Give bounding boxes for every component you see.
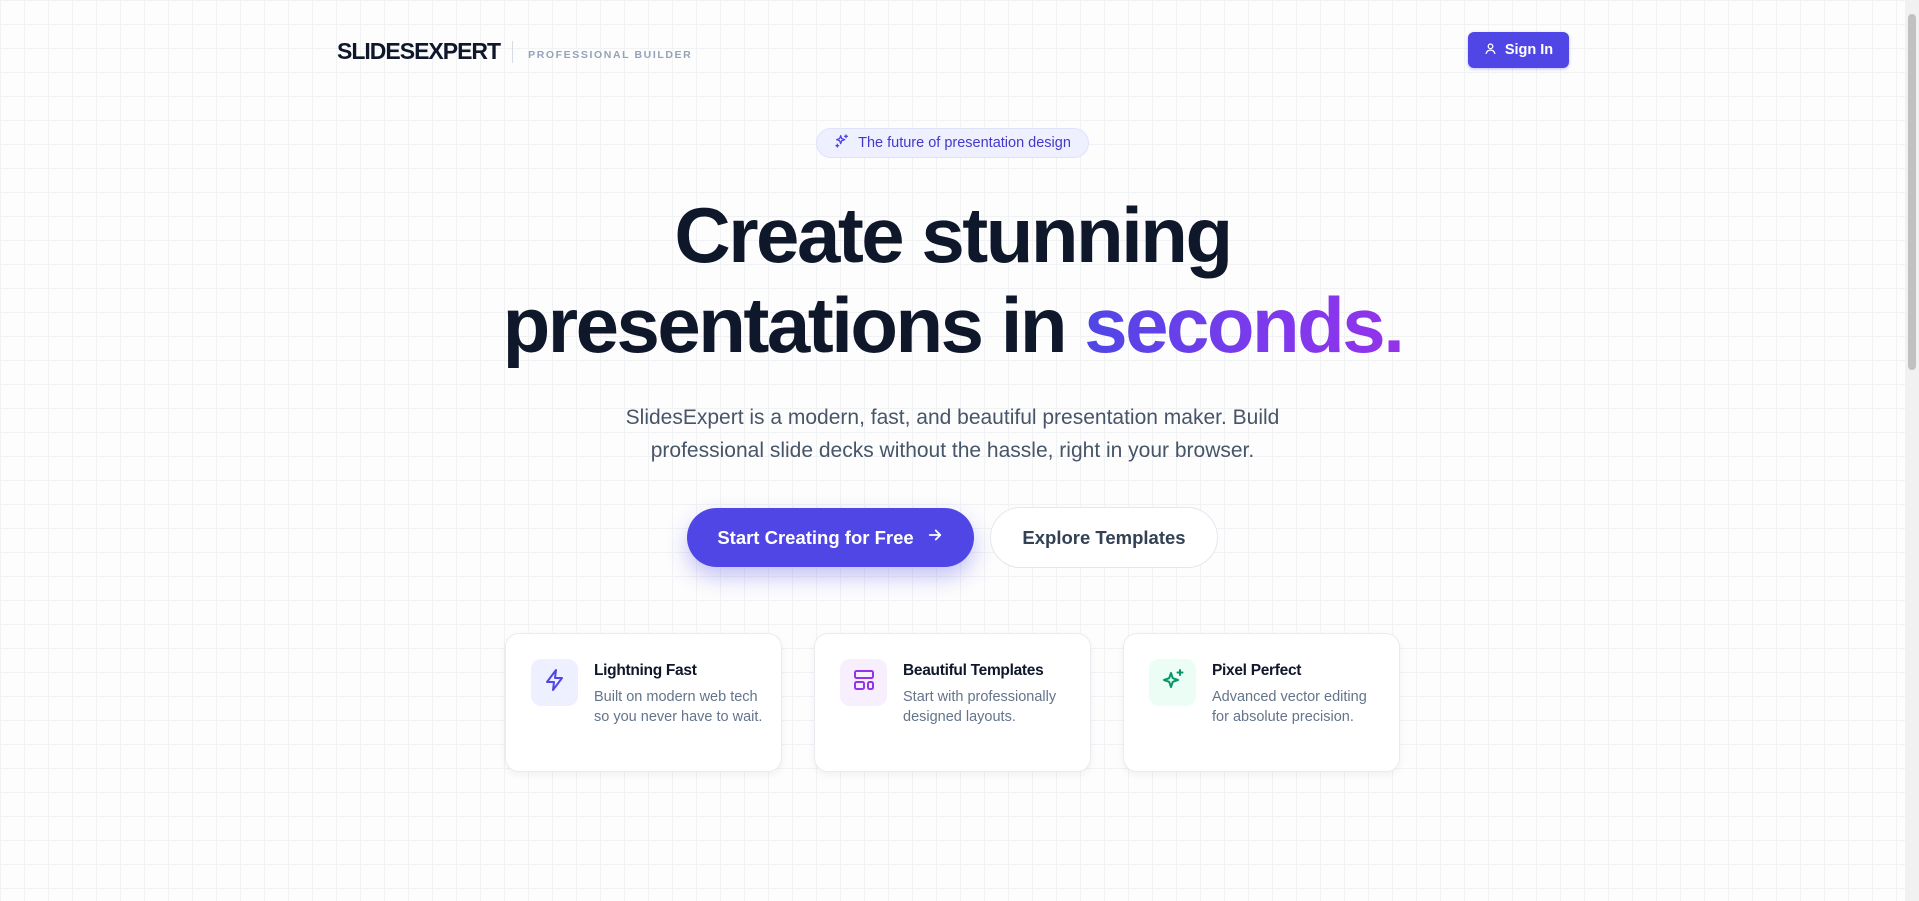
feature-title: Pixel Perfect <box>1212 662 1302 679</box>
hero-subtitle-line1: SlidesExpert is a modern, fast, and beau… <box>625 406 1280 429</box>
hero-subtitle: SlidesExpert is a modern, fast, and beau… <box>600 401 1305 467</box>
start-creating-label: Start Creating for Free <box>717 526 914 548</box>
feature-card-lightning-fast: Lightning Fast Built on modern web tech … <box>505 633 782 772</box>
feature-card-beautiful-templates: Beautiful Templates Start with professio… <box>814 633 1091 772</box>
badge-text: The future of presentation design <box>858 135 1071 151</box>
feature-card-pixel-perfect: Pixel Perfect Advanced vector editing fo… <box>1123 633 1400 772</box>
hero-title-line1: Create stunning <box>674 191 1233 279</box>
landing-page: SLIDESEXPERT PROFESSIONAL BUILDER Sign I… <box>0 0 1905 901</box>
hero-title: Create stunning presentations in seconds… <box>360 190 1545 370</box>
explore-templates-button[interactable]: Explore Templates <box>990 507 1218 568</box>
sign-in-label: Sign In <box>1504 42 1554 58</box>
sparkles-icon <box>1161 668 1185 697</box>
brand-divider <box>512 40 514 63</box>
feature-icon-box <box>1149 659 1196 706</box>
logo[interactable]: SLIDESEXPERT <box>337 38 501 65</box>
vertical-scrollbar[interactable] <box>1905 0 1919 901</box>
sparkles-icon <box>834 133 850 153</box>
feature-icon-box <box>531 659 578 706</box>
user-icon <box>1484 42 1497 59</box>
site-header: SLIDESEXPERT PROFESSIONAL BUILDER Sign I… <box>337 30 1569 80</box>
feature-description: Start with professionally designed layou… <box>903 689 1057 725</box>
feature-description: Built on modern web tech so you never ha… <box>594 689 763 725</box>
feature-icon-box <box>840 659 887 706</box>
lightning-icon <box>543 668 567 697</box>
hero-subtitle-line2: professional slide decks without the has… <box>650 439 1255 462</box>
layout-template-icon <box>852 668 876 697</box>
sign-in-button[interactable]: Sign In <box>1468 32 1569 68</box>
explore-templates-label: Explore Templates <box>1022 526 1186 548</box>
brand-tagline: PROFESSIONAL BUILDER <box>528 48 693 61</box>
arrow-right-icon <box>926 526 944 549</box>
feature-title: Beautiful Templates <box>903 662 1044 679</box>
hero-title-line2: presentations in <box>502 281 1085 369</box>
feature-title: Lightning Fast <box>594 662 697 679</box>
brand[interactable]: SLIDESEXPERT PROFESSIONAL BUILDER <box>337 38 692 65</box>
announcement-badge: The future of presentation design <box>816 128 1089 158</box>
feature-description: Advanced vector editing for absolute pre… <box>1212 689 1367 725</box>
scrollbar-thumb[interactable] <box>1908 14 1916 370</box>
start-creating-button[interactable]: Start Creating for Free <box>687 508 974 567</box>
hero-title-accent: seconds. <box>1084 281 1405 369</box>
